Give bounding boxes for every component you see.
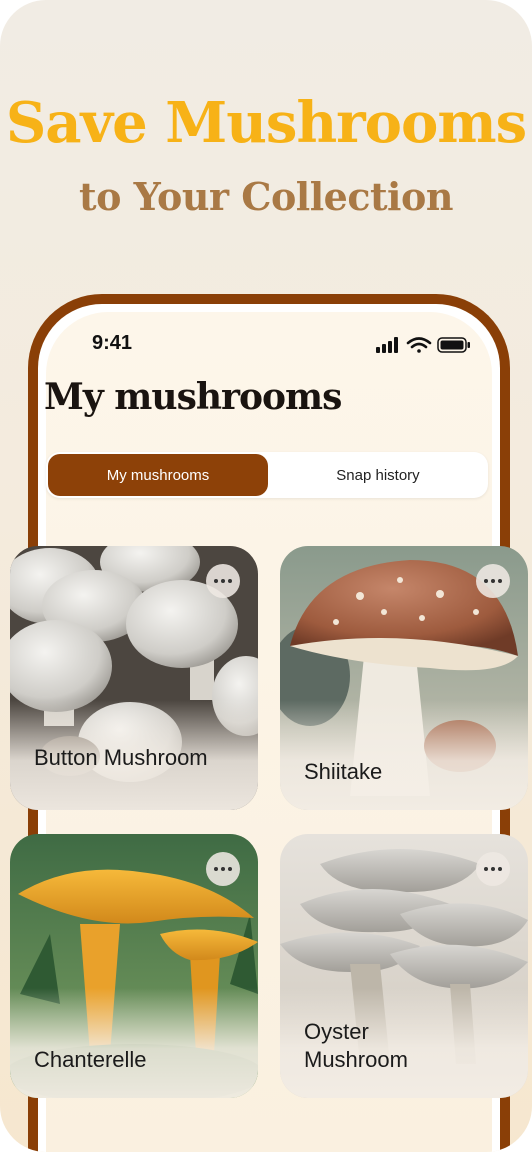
card-name: Chanterelle (34, 1047, 147, 1072)
card-name: Oyster Mushroom (304, 1019, 408, 1072)
more-dot (484, 579, 488, 583)
more-dot (491, 579, 495, 583)
mushroom-card-button[interactable]: Button Mushroom (10, 546, 258, 810)
more-dot (484, 867, 488, 871)
mushroom-card-chanterelle[interactable]: Chanterelle (10, 834, 258, 1098)
card-fade (10, 988, 258, 1098)
more-dot (228, 579, 232, 583)
promo-headline: Save Mushrooms (5, 90, 527, 156)
segment-my-mushrooms[interactable]: My mushrooms (48, 454, 268, 496)
card-name: Button Mushroom (34, 745, 208, 770)
more-dot (221, 579, 225, 583)
more-dot (214, 867, 218, 871)
promo-subheadline: to Your Collection (79, 174, 453, 219)
more-dot (498, 867, 502, 871)
screen-title: My mushrooms (44, 376, 342, 418)
card-name: Shiitake (304, 759, 383, 784)
segment-snap-history[interactable]: Snap history (270, 454, 486, 496)
cellular-signal-icon (376, 337, 398, 353)
promo-page: Save Mushrooms to Your Collection 9:41 M… (0, 0, 532, 1152)
status-icons (376, 337, 470, 353)
more-dot (214, 579, 218, 583)
more-dot (498, 579, 502, 583)
more-dot (228, 867, 232, 871)
wifi-icon (406, 337, 432, 353)
more-dot (221, 867, 225, 871)
mushroom-card-shiitake[interactable]: Shiitake (280, 546, 528, 810)
status-time: 9:41 (92, 332, 133, 354)
mushroom-card-oyster[interactable]: Oyster Mushroom (280, 834, 528, 1098)
more-options-button[interactable] (206, 564, 240, 598)
more-dot (491, 867, 495, 871)
card-fade (280, 700, 528, 810)
segmented-control: My mushrooms Snap history (46, 452, 488, 498)
more-options-button[interactable] (476, 852, 510, 886)
more-options-button[interactable] (476, 564, 510, 598)
more-options-button[interactable] (206, 852, 240, 886)
battery-icon (437, 337, 470, 353)
